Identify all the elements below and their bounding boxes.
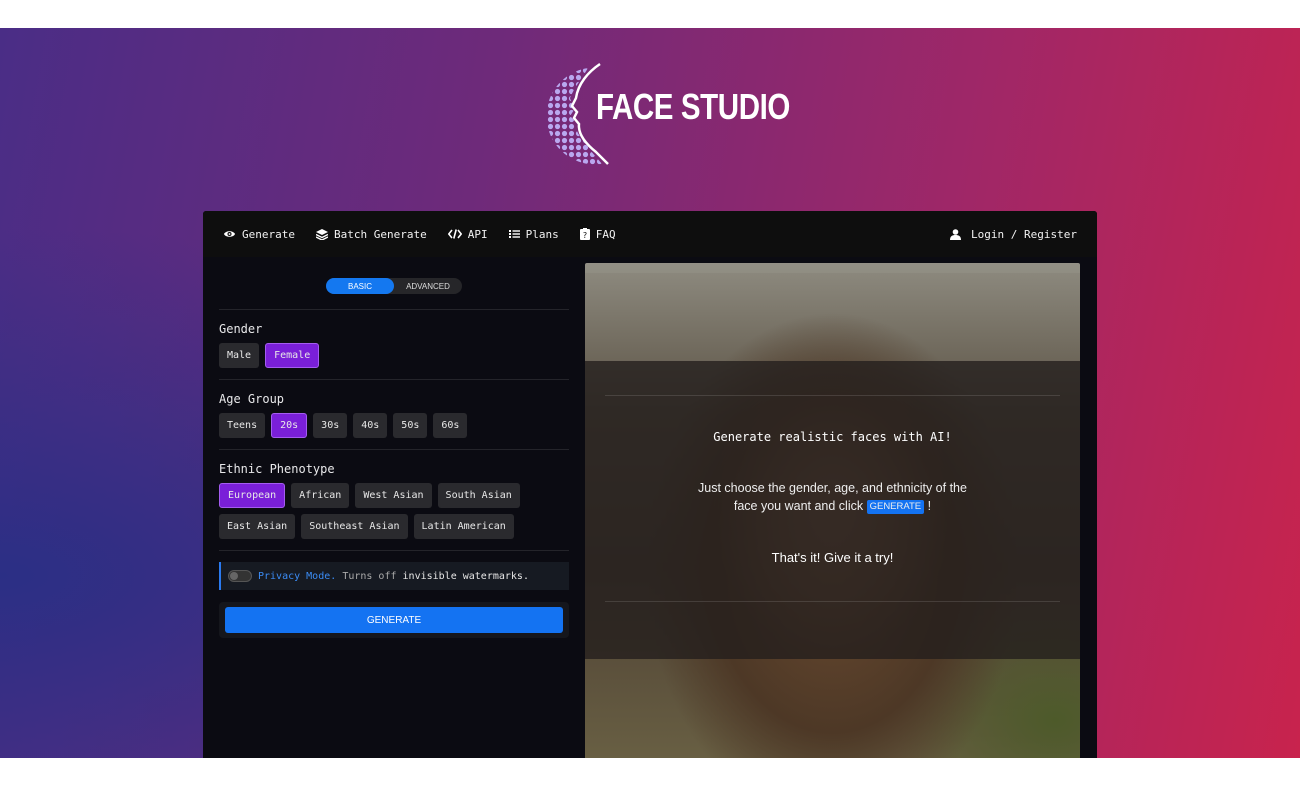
overlay-description: Just choose the gender, age, and ethnici… <box>685 479 980 515</box>
ethnicity-latin-american-button[interactable]: Latin American <box>413 514 514 539</box>
face-studio-logo[interactable]: FACE STUDIO <box>540 60 790 170</box>
nav-label: FAQ <box>595 227 616 241</box>
gender-female-button[interactable]: Female <box>265 343 320 368</box>
nav-label: Generate <box>242 227 295 241</box>
age-30s-button[interactable]: 30s <box>313 413 348 438</box>
ethnicity-south-asian-button[interactable]: South Asian <box>437 483 520 508</box>
ethnic-phenotype-label: Ethnic Phenotype <box>219 462 335 476</box>
layers-icon <box>315 228 328 240</box>
overlay-desc-text: Just choose the gender, age, and ethnici… <box>698 481 967 513</box>
list-icon <box>508 230 520 238</box>
divider <box>219 379 569 380</box>
brand-name: FACE STUDIO <box>596 86 790 127</box>
nav-login-register[interactable]: Login / Register <box>950 228 1077 241</box>
overlay-cta: That's it! Give it a try! <box>771 550 894 565</box>
overlay-divider <box>605 395 1060 396</box>
nav-generate[interactable]: Generate <box>223 228 295 241</box>
nav-api[interactable]: API <box>447 227 488 241</box>
page-background: FACE STUDIO Generate Batch Generate API … <box>0 28 1300 758</box>
nav-batch-generate[interactable]: Batch Generate <box>315 227 427 241</box>
divider <box>219 449 569 450</box>
user-icon <box>950 228 962 240</box>
options-panel: BASIC ADVANCED Gender Male Female Age Gr… <box>219 263 569 638</box>
nav-plans[interactable]: Plans <box>508 227 559 241</box>
privacy-mode-row: Privacy Mode. Turns off invisible waterm… <box>219 562 569 590</box>
ethnicity-european-button[interactable]: European <box>219 483 286 508</box>
nav-label: API <box>467 227 488 241</box>
help-icon: ? <box>579 228 590 240</box>
top-nav: Generate Batch Generate API Plans ? FAQ … <box>203 211 1097 257</box>
svg-text:?: ? <box>583 231 587 240</box>
divider <box>219 309 569 310</box>
age-60s-button[interactable]: 60s <box>433 413 468 438</box>
eye-icon <box>223 231 236 237</box>
mode-basic[interactable]: BASIC <box>326 278 394 294</box>
main-panel: Generate Batch Generate API Plans ? FAQ … <box>203 211 1097 758</box>
gender-male-button[interactable]: Male <box>219 343 260 368</box>
age-20s-button[interactable]: 20s <box>271 413 308 438</box>
ethnicity-west-asian-button[interactable]: West Asian <box>355 483 432 508</box>
overlay-desc-end: ! <box>927 499 932 513</box>
divider <box>219 550 569 551</box>
privacy-text: Turns off <box>342 570 397 582</box>
gender-label: Gender <box>219 322 263 336</box>
mode-advanced[interactable]: ADVANCED <box>394 278 462 294</box>
age-40s-button[interactable]: 40s <box>353 413 388 438</box>
privacy-text-highlight: invisible watermarks. <box>402 570 529 582</box>
age-50s-button[interactable]: 50s <box>393 413 428 438</box>
age-teens-button[interactable]: Teens <box>219 413 266 438</box>
generate-wrapper: GENERATE <box>219 602 569 638</box>
ethnicity-east-asian-button[interactable]: East Asian <box>219 514 296 539</box>
nav-label: Batch Generate <box>333 227 427 241</box>
age-group-label: Age Group <box>219 392 285 406</box>
nav-faq[interactable]: ? FAQ <box>579 227 616 241</box>
age-options: Teens 20s 30s 40s 50s 60s <box>219 413 569 444</box>
generate-button[interactable]: GENERATE <box>225 607 563 633</box>
nav-label: Login / Register <box>971 227 1077 241</box>
ethnicity-southeast-asian-button[interactable]: Southeast Asian <box>301 514 408 539</box>
nav-label: Plans <box>525 227 559 241</box>
generated-face-image: Generate realistic faces with AI! Just c… <box>585 263 1080 758</box>
ethnicity-options: European African West Asian South Asian … <box>219 483 569 545</box>
gender-options: Male Female <box>219 343 569 374</box>
privacy-mode-switch[interactable] <box>228 570 252 582</box>
code-icon <box>447 229 462 239</box>
mode-toggle[interactable]: BASIC ADVANCED <box>326 278 462 294</box>
overlay-generate-chip: GENERATE <box>866 500 925 514</box>
overlay-divider <box>605 601 1060 602</box>
ethnicity-african-button[interactable]: African <box>291 483 350 508</box>
intro-overlay: Generate realistic faces with AI! Just c… <box>585 361 1080 659</box>
privacy-mode-link[interactable]: Privacy Mode. <box>258 571 336 582</box>
overlay-title: Generate realistic faces with AI! <box>713 430 952 444</box>
